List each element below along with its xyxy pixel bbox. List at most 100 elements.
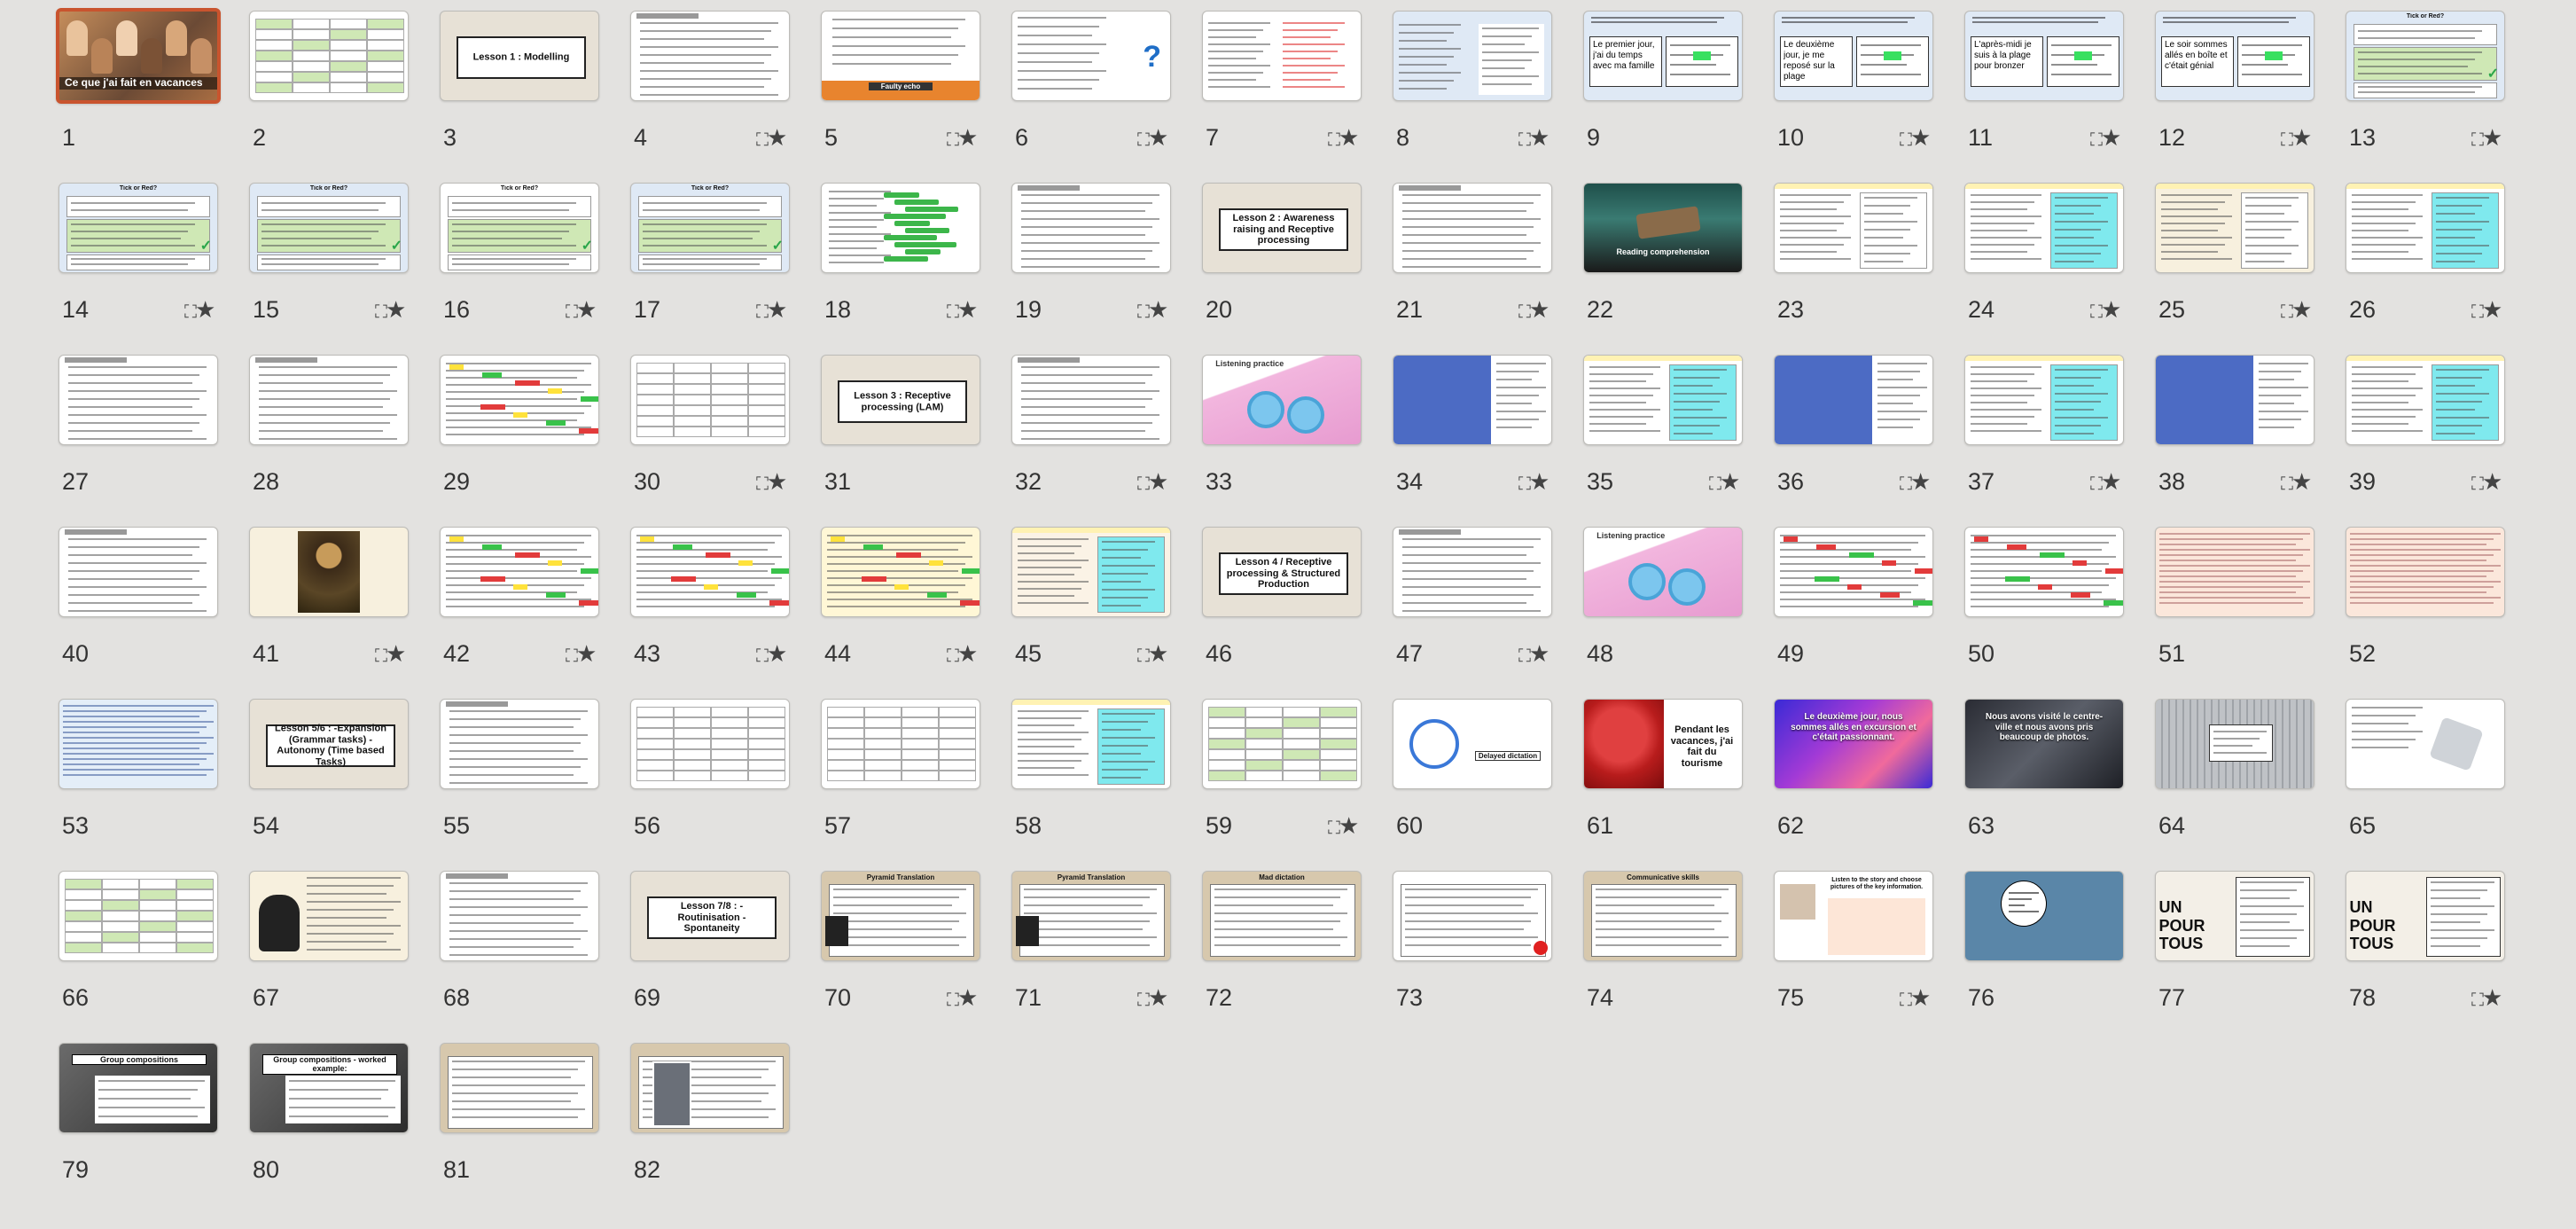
slide-62[interactable]: Le deuxième jour, nous sommes allés en e…: [1774, 699, 1955, 885]
slide-35[interactable]: 35 ⛶★: [1583, 355, 1765, 541]
slide-transition-icon[interactable]: ⛶★: [1518, 640, 1550, 668]
slide-thumbnail[interactable]: Lesson 4 / Receptive processing & Struct…: [1202, 527, 1362, 617]
slide-34[interactable]: 34 ⛶★: [1393, 355, 1574, 541]
slide-50[interactable]: 50: [1964, 527, 2146, 713]
slide-42[interactable]: 42 ⛶★: [440, 527, 621, 713]
slide-transition-icon[interactable]: ⛶★: [1137, 984, 1168, 1012]
slide-33[interactable]: Listening practice 33: [1202, 355, 1384, 541]
slide-thumbnail[interactable]: [1393, 355, 1552, 445]
slide-67[interactable]: 67: [249, 871, 431, 1057]
slide-thumbnail[interactable]: [1774, 183, 1933, 273]
slide-thumbnail[interactable]: Tick or Red? ✓: [249, 183, 409, 273]
slide-61[interactable]: Pendant les vacances, j'ai fait du touri…: [1583, 699, 1765, 885]
slide-transition-icon[interactable]: ⛶★: [2281, 468, 2312, 496]
slide-36[interactable]: 36 ⛶★: [1774, 355, 1955, 541]
slide-thumbnail[interactable]: [1393, 871, 1552, 961]
slide-thumbnail[interactable]: [1964, 355, 2124, 445]
slide-thumbnail[interactable]: [59, 871, 218, 961]
slide-thumbnail[interactable]: [2155, 183, 2314, 273]
slide-thumbnail[interactable]: Tick or Red? ✓: [59, 183, 218, 273]
slide-48[interactable]: Listening practice 48: [1583, 527, 1765, 713]
slide-thumbnail[interactable]: UN POUR TOUS: [2346, 871, 2505, 961]
slide-60[interactable]: Delayed dictation 60: [1393, 699, 1574, 885]
slide-thumbnail[interactable]: Group compositions - worked example:: [249, 1043, 409, 1133]
slide-thumbnail[interactable]: Pyramid Translation: [821, 871, 980, 961]
slide-thumbnail[interactable]: Mad dictation: [1202, 871, 1362, 961]
slide-transition-icon[interactable]: ⛶★: [1328, 812, 1359, 840]
slide-47[interactable]: 47 ⛶★: [1393, 527, 1574, 713]
slide-23[interactable]: 23: [1774, 183, 1955, 369]
slide-thumbnail[interactable]: [2346, 355, 2505, 445]
slide-40[interactable]: 40: [59, 527, 240, 713]
slide-thumbnail[interactable]: Ce que j'ai fait en vacances: [56, 8, 221, 104]
slide-thumbnail[interactable]: [630, 11, 790, 101]
slide-81[interactable]: 81: [440, 1043, 621, 1229]
slide-53[interactable]: 53: [59, 699, 240, 885]
slide-thumbnail[interactable]: Le deuxième jour, nous sommes allés en e…: [1774, 699, 1933, 789]
slide-thumbnail[interactable]: [1393, 11, 1552, 101]
slide-29[interactable]: 29: [440, 355, 621, 541]
slide-14[interactable]: Tick or Red? ✓ 14 ⛶★: [59, 183, 240, 369]
slide-thumbnail[interactable]: [1011, 699, 1171, 789]
slide-thumbnail[interactable]: Le soir sommes allés en boîte et c'était…: [2155, 11, 2314, 101]
slide-thumbnail[interactable]: [249, 527, 409, 617]
slide-7[interactable]: 7 ⛶★: [1202, 11, 1384, 197]
slide-64[interactable]: 64: [2155, 699, 2337, 885]
slide-thumbnail[interactable]: Lesson 7/8 : -Routinisation -Spontaneity: [630, 871, 790, 961]
slide-82[interactable]: 82: [630, 1043, 812, 1229]
slide-32[interactable]: 32 ⛶★: [1011, 355, 1193, 541]
slide-transition-icon[interactable]: ⛶★: [947, 296, 978, 324]
slide-thumbnail[interactable]: Listening practice: [1202, 355, 1362, 445]
slide-70[interactable]: Pyramid Translation 70 ⛶★: [821, 871, 1003, 1057]
slide-transition-icon[interactable]: ⛶★: [947, 640, 978, 668]
slide-74[interactable]: Communicative skills 74: [1583, 871, 1765, 1057]
slide-3[interactable]: Lesson 1 : Modelling 3: [440, 11, 621, 197]
slide-thumbnail[interactable]: Group compositions: [59, 1043, 218, 1133]
slide-thumbnail[interactable]: [1393, 527, 1552, 617]
slide-73[interactable]: 73: [1393, 871, 1574, 1057]
slide-thumbnail[interactable]: [249, 11, 409, 101]
slide-51[interactable]: 51: [2155, 527, 2337, 713]
slide-thumbnail[interactable]: [249, 871, 409, 961]
slide-12[interactable]: Le soir sommes allés en boîte et c'était…: [2155, 11, 2337, 197]
slide-21[interactable]: 21 ⛶★: [1393, 183, 1574, 369]
slide-thumbnail[interactable]: [821, 527, 980, 617]
slide-transition-icon[interactable]: ⛶★: [184, 296, 215, 324]
slide-thumbnail[interactable]: Pendant les vacances, j'ai fait du touri…: [1583, 699, 1743, 789]
slide-65[interactable]: 65: [2346, 699, 2527, 885]
slide-thumbnail[interactable]: [630, 355, 790, 445]
slide-thumbnail[interactable]: [1202, 11, 1362, 101]
slide-transition-icon[interactable]: ⛶★: [375, 640, 406, 668]
slide-54[interactable]: Lesson 5/6 : -Expansion (Grammar tasks) …: [249, 699, 431, 885]
slide-41[interactable]: 41 ⛶★: [249, 527, 431, 713]
slide-31[interactable]: Lesson 3 : Receptive processing (LAM) 31: [821, 355, 1003, 541]
slide-thumbnail[interactable]: [1774, 355, 1933, 445]
slide-thumbnail[interactable]: Le deuxième jour, je me reposé sur la pl…: [1774, 11, 1933, 101]
slide-38[interactable]: 38 ⛶★: [2155, 355, 2337, 541]
slide-transition-icon[interactable]: ⛶★: [2090, 124, 2121, 152]
slide-thumbnail[interactable]: [1011, 355, 1171, 445]
slide-25[interactable]: 25 ⛶★: [2155, 183, 2337, 369]
slide-transition-icon[interactable]: ⛶★: [2471, 124, 2502, 152]
slide-39[interactable]: 39 ⛶★: [2346, 355, 2527, 541]
slide-76[interactable]: 76: [1964, 871, 2146, 1057]
slide-75[interactable]: Listen to the story and choose pictures …: [1774, 871, 1955, 1057]
slide-thumbnail[interactable]: Faulty echo: [821, 11, 980, 101]
slide-thumbnail[interactable]: [249, 355, 409, 445]
slide-2[interactable]: 2: [249, 11, 431, 197]
slide-thumbnail[interactable]: [630, 527, 790, 617]
slide-transition-icon[interactable]: ⛶★: [756, 124, 787, 152]
slide-63[interactable]: Nous avons visité le centre-ville et nou…: [1964, 699, 2146, 885]
slide-transition-icon[interactable]: ⛶★: [1900, 124, 1931, 152]
slide-77[interactable]: UN POUR TOUS 77: [2155, 871, 2337, 1057]
slide-transition-icon[interactable]: ⛶★: [1900, 468, 1931, 496]
slide-13[interactable]: Tick or Red? ✓ 13 ⛶★: [2346, 11, 2527, 197]
slide-thumbnail[interactable]: [2155, 699, 2314, 789]
slide-transition-icon[interactable]: ⛶★: [1137, 124, 1168, 152]
slide-28[interactable]: 28: [249, 355, 431, 541]
slide-thumbnail[interactable]: [440, 699, 599, 789]
slide-thumbnail[interactable]: [1774, 527, 1933, 617]
slide-thumbnail[interactable]: Lesson 1 : Modelling: [440, 11, 599, 101]
slide-71[interactable]: Pyramid Translation 71 ⛶★: [1011, 871, 1193, 1057]
slide-4[interactable]: 4 ⛶★: [630, 11, 812, 197]
